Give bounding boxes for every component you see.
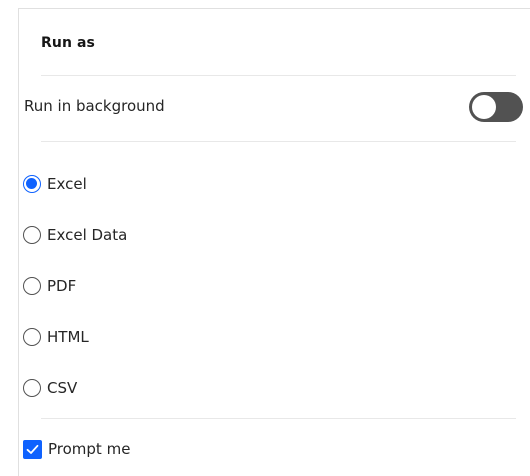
radio-button[interactable] [23, 379, 41, 397]
radio-button[interactable] [23, 328, 41, 346]
run-as-panel: Run as Run in background Excel Excel Dat… [18, 8, 530, 476]
checkmark-icon [26, 444, 39, 454]
radio-button[interactable] [23, 277, 41, 295]
radio-option-html[interactable]: HTML [23, 320, 323, 371]
radio-option-excel-data[interactable]: Excel Data [23, 218, 323, 269]
run-in-background-toggle[interactable] [469, 92, 523, 122]
prompt-me-checkbox[interactable] [23, 440, 42, 459]
format-radio-group: Excel Excel Data PDF HTML CSV [23, 167, 323, 422]
radio-option-pdf[interactable]: PDF [23, 269, 323, 320]
prompt-me-label: Prompt me [48, 440, 131, 458]
section-title: Run as [41, 35, 95, 51]
run-in-background-row: Run in background [19, 89, 523, 125]
radio-label: PDF [47, 277, 77, 295]
prompt-me-option[interactable]: Prompt me [23, 437, 323, 463]
toggle-knob [472, 95, 496, 119]
radio-label: Excel [47, 175, 87, 193]
radio-button[interactable] [23, 226, 41, 244]
run-in-background-label: Run in background [24, 97, 165, 115]
radio-label: Excel Data [47, 226, 128, 244]
radio-option-csv[interactable]: CSV [23, 371, 323, 422]
radio-label: CSV [47, 379, 78, 397]
divider [41, 141, 516, 142]
radio-button-checked[interactable] [23, 175, 41, 193]
divider [41, 418, 516, 419]
divider [41, 75, 516, 76]
radio-option-excel[interactable]: Excel [23, 167, 323, 218]
radio-label: HTML [47, 328, 89, 346]
